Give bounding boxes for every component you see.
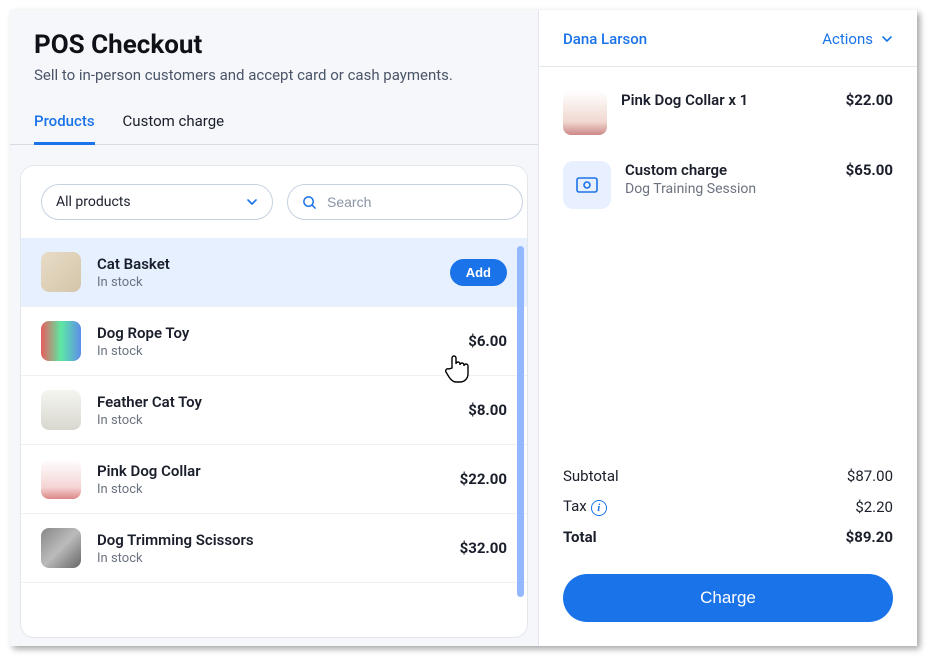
- cart-item-info: Pink Dog Collar x 1: [621, 91, 832, 111]
- product-list[interactable]: Cat Basket In stock Add Dog Rope Toy In …: [21, 238, 527, 637]
- product-info: Dog Trimming Scissors In stock: [97, 531, 444, 566]
- filters-row: All products: [21, 166, 527, 238]
- product-name: Dog Rope Toy: [97, 324, 452, 342]
- total-row: Total $89.20: [563, 522, 893, 552]
- customer-bar: Dana Larson Actions: [539, 10, 917, 67]
- cart-item-title: Pink Dog Collar x 1: [621, 91, 832, 109]
- subtotal-row: Subtotal $87.00: [563, 461, 893, 491]
- product-name: Feather Cat Toy: [97, 393, 452, 411]
- product-info: Pink Dog Collar In stock: [97, 462, 444, 497]
- product-row[interactable]: Feather Cat Toy In stock $8.00: [21, 376, 527, 445]
- pos-checkout-app: POS Checkout Sell to in-person customers…: [10, 10, 917, 646]
- cart-items: Pink Dog Collar x 1 $22.00 Custom charge…: [539, 67, 917, 461]
- product-info: Cat Basket In stock: [97, 255, 434, 290]
- search-icon: [302, 195, 317, 210]
- tax-row: Taxi $2.20: [563, 491, 893, 522]
- total-value: $89.20: [846, 528, 893, 546]
- filter-all-products[interactable]: All products: [41, 184, 273, 220]
- customer-name-link[interactable]: Dana Larson: [563, 30, 647, 48]
- product-thumb-icon: [41, 252, 81, 292]
- product-row[interactable]: Dog Trimming Scissors In stock $32.00: [21, 514, 527, 583]
- actions-label: Actions: [822, 30, 873, 48]
- search-input[interactable]: [327, 194, 508, 210]
- product-stock: In stock: [97, 344, 452, 359]
- product-row[interactable]: Cat Basket In stock Add: [21, 238, 527, 307]
- cart-item[interactable]: Pink Dog Collar x 1 $22.00: [563, 91, 893, 135]
- tax-label-wrap: Taxi: [563, 497, 607, 516]
- product-price: $32.00: [460, 539, 507, 557]
- product-thumb-icon: [41, 321, 81, 361]
- product-stock: In stock: [97, 551, 444, 566]
- cart-item-price: $65.00: [846, 161, 893, 179]
- total-label: Total: [563, 528, 597, 546]
- product-price: $8.00: [468, 401, 507, 419]
- cart-thumb-icon: [563, 91, 607, 135]
- cart-item-sub: Dog Training Session: [625, 181, 832, 197]
- charge-button[interactable]: Charge: [563, 574, 893, 622]
- product-thumb-icon: [41, 390, 81, 430]
- products-card: All products Cat Basket In stock Add: [20, 165, 528, 638]
- right-pane: Dana Larson Actions Pink Dog Collar x 1 …: [538, 10, 917, 646]
- product-stock: In stock: [97, 275, 434, 290]
- product-row[interactable]: Dog Rope Toy In stock $6.00: [21, 307, 527, 376]
- left-pane: POS Checkout Sell to in-person customers…: [10, 10, 538, 646]
- product-name: Cat Basket: [97, 255, 434, 273]
- filter-label: All products: [56, 194, 131, 210]
- tax-label: Tax: [563, 497, 587, 515]
- product-stock: In stock: [97, 482, 444, 497]
- chevron-down-icon: [881, 33, 893, 45]
- cart-item-title: Custom charge: [625, 161, 832, 179]
- tax-value: $2.20: [855, 498, 893, 516]
- subtotal-value: $87.00: [847, 467, 893, 485]
- scrollbar[interactable]: [517, 246, 524, 597]
- actions-dropdown[interactable]: Actions: [822, 30, 893, 48]
- product-thumb-icon: [41, 459, 81, 499]
- info-icon[interactable]: i: [591, 500, 607, 516]
- custom-charge-icon: [563, 161, 611, 209]
- page-subtitle: Sell to in-person customers and accept c…: [10, 66, 538, 102]
- chevron-down-icon: [246, 196, 258, 208]
- product-thumb-icon: [41, 528, 81, 568]
- tab-products[interactable]: Products: [34, 102, 95, 145]
- totals: Subtotal $87.00 Taxi $2.20 Total $89.20: [539, 461, 917, 564]
- subtotal-label: Subtotal: [563, 467, 619, 485]
- product-stock: In stock: [97, 413, 452, 428]
- product-price: $22.00: [460, 470, 507, 488]
- cart-item-price: $22.00: [846, 91, 893, 109]
- cart-item-info: Custom charge Dog Training Session: [625, 161, 832, 197]
- add-button[interactable]: Add: [450, 259, 507, 286]
- product-name: Dog Trimming Scissors: [97, 531, 444, 549]
- product-price: $6.00: [468, 332, 507, 350]
- search-box[interactable]: [287, 184, 523, 220]
- cart-item[interactable]: Custom charge Dog Training Session $65.0…: [563, 161, 893, 209]
- product-name: Pink Dog Collar: [97, 462, 444, 480]
- page-title: POS Checkout: [10, 30, 538, 66]
- product-info: Dog Rope Toy In stock: [97, 324, 452, 359]
- tab-custom-charge[interactable]: Custom charge: [123, 102, 225, 145]
- product-row[interactable]: Pink Dog Collar In stock $22.00: [21, 445, 527, 514]
- product-info: Feather Cat Toy In stock: [97, 393, 452, 428]
- tabs: Products Custom charge: [10, 102, 538, 145]
